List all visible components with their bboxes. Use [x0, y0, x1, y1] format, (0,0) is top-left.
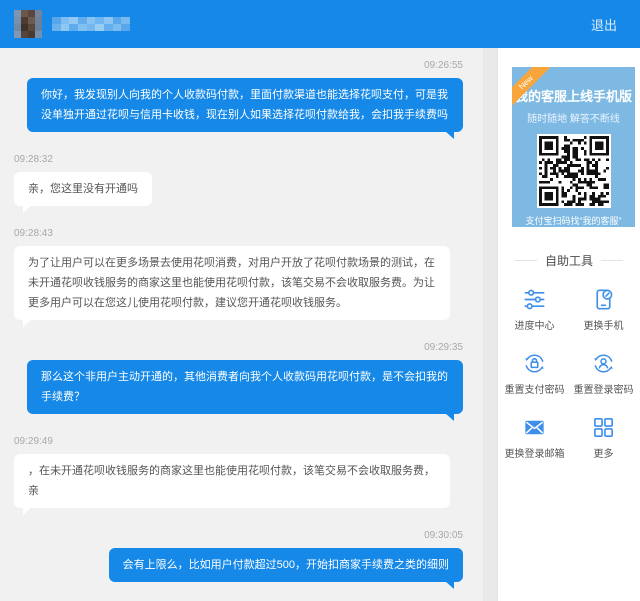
message-timestamp: 09:28:32 [14, 154, 463, 165]
tool-label: 进度中心 [500, 317, 569, 332]
tools-grid: 进度中心 更换手机 [498, 271, 640, 463]
message-bubble: 会有上限么，比如用户付款超过500，开始扣商家手续费之类的细则 [109, 548, 463, 582]
qr-code [537, 134, 611, 208]
message-bubble: 你好，我发现别人向我的个人收款码付款，里面付款渠道也能选择花呗支付，可是我没单独… [27, 78, 463, 132]
chat-message: 09:29:49 ，在未开通花呗收钱服务的商家这里也能使用花呗付款，该笔交易不会… [14, 436, 463, 508]
chat-message: 09:26:55 你好，我发现别人向我的个人收款码付款，里面付款渠道也能选择花呗… [14, 60, 463, 132]
tool-label: 更多 [569, 445, 638, 460]
logout-button[interactable]: 退出 [591, 15, 617, 34]
self-help-tools-title: 自助工具 [545, 252, 593, 269]
tool-reset-login-password[interactable]: 重置登录密码 [569, 335, 638, 399]
self-help-tools-header: 自助工具 [498, 252, 640, 269]
message-bubble: 亲，您这里没有开通吗 [14, 172, 152, 206]
main-area: 09:26:55 你好，我发现别人向我的个人收款码付款，里面付款渠道也能选择花呗… [0, 48, 640, 601]
chat-log: 09:26:55 你好，我发现别人向我的个人收款码付款，里面付款渠道也能选择花呗… [0, 48, 483, 601]
more-grid-icon [569, 415, 638, 440]
phone-edit-icon [569, 287, 638, 312]
chat-message: 09:29:35 那么这个非用户主动开通的，其他消费者向我个人收款码用花呗付款，… [14, 342, 463, 414]
user-name-blurred [52, 17, 130, 31]
promo-title: 我的客服上线手机版 [512, 86, 635, 105]
tool-change-phone[interactable]: 更换手机 [569, 271, 638, 335]
tool-progress-center[interactable]: 进度中心 [500, 271, 569, 335]
message-timestamp: 09:30:05 [14, 530, 463, 541]
customer-service-app: 退出 09:26:55 你好，我发现别人向我的个人收款码付款，里面付款渠道也能选… [0, 0, 640, 601]
tool-label: 更换登录邮箱 [500, 445, 569, 460]
chat-message: 09:30:05 会有上限么，比如用户付款超过500，开始扣商家手续费之类的细则 [14, 530, 463, 582]
tool-label: 重置支付密码 [500, 381, 569, 396]
message-timestamp: 09:29:49 [14, 436, 463, 447]
promo-subtitle: 随时随地 解答不断线 [512, 110, 635, 125]
message-timestamp: 09:29:35 [14, 342, 463, 353]
qr-caption: 支付宝扫码找“我的客服” [512, 214, 635, 227]
tool-label: 更换手机 [569, 317, 638, 332]
user-avatar-blurred [14, 10, 42, 38]
divider-line [601, 260, 623, 261]
header-bar: 退出 [0, 0, 640, 48]
lock-reset-icon [500, 351, 569, 376]
sliders-icon [500, 287, 569, 312]
divider-line [515, 260, 537, 261]
message-timestamp: 09:28:43 [14, 228, 463, 239]
message-timestamp: 09:26:55 [14, 60, 463, 71]
chat-message: 09:28:32 亲，您这里没有开通吗 [14, 154, 463, 206]
sidebar: New 我的客服上线手机版 随时随地 解答不断线 支付宝扫码找“我的客服” 自助… [497, 48, 640, 601]
message-bubble: 为了让用户可以在更多场景去使用花呗消费，对用户开放了花呗付款场景的测试，在未开通… [14, 246, 450, 320]
tool-reset-payment-password[interactable]: 重置支付密码 [500, 335, 569, 399]
chat-message: 09:28:43 为了让用户可以在更多场景去使用花呗消费，对用户开放了花呗付款场… [14, 228, 463, 320]
tool-more[interactable]: 更多 [569, 399, 638, 463]
user-reset-icon [569, 351, 638, 376]
message-bubble: 那么这个非用户主动开通的，其他消费者向我个人收款码用花呗付款，是不会扣我的手续费… [27, 360, 463, 414]
message-bubble: ，在未开通花呗收钱服务的商家这里也能使用花呗付款，该笔交易不会收取服务费，亲 [14, 454, 450, 508]
tool-label: 重置登录密码 [569, 381, 638, 396]
mobile-service-promo-card: New 我的客服上线手机版 随时随地 解答不断线 支付宝扫码找“我的客服” [512, 67, 635, 227]
tool-change-login-email[interactable]: 更换登录邮箱 [500, 399, 569, 463]
mail-icon [500, 415, 569, 440]
chat-scrollbar[interactable] [483, 48, 497, 601]
